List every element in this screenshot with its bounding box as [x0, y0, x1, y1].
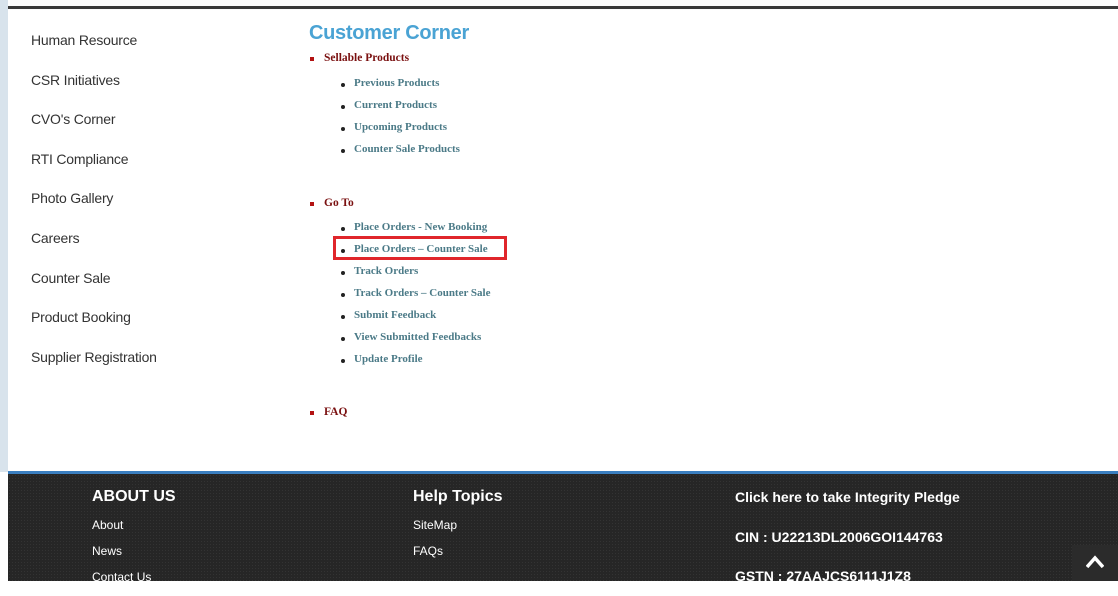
sidebar-item-supplier-registration[interactable]: Supplier Registration — [31, 347, 281, 387]
footer-link-sitemap[interactable]: SiteMap — [413, 518, 503, 544]
top-border — [8, 6, 1118, 9]
dot-bullet-icon — [341, 249, 345, 254]
dot-bullet-icon — [341, 293, 345, 298]
footer-help-heading: Help Topics — [413, 488, 503, 505]
list-item-place-orders-new-booking[interactable]: Place Orders - New Booking — [341, 216, 490, 238]
sidebar: Human Resource CSR Initiatives CVO's Cor… — [31, 30, 281, 386]
dot-bullet-icon — [341, 359, 345, 364]
section-heading-label: FAQ — [324, 406, 348, 418]
section-heading-sellable-products[interactable]: Sellable Products — [310, 52, 409, 64]
sidebar-item-counter-sale[interactable]: Counter Sale — [31, 268, 281, 308]
list-item-update-profile[interactable]: Update Profile — [341, 348, 490, 370]
dot-bullet-icon — [341, 271, 345, 276]
list-item-track-orders-counter-sale[interactable]: Track Orders – Counter Sale — [341, 282, 490, 304]
footer-link-news[interactable]: News — [92, 544, 176, 570]
left-edge-strip — [0, 0, 8, 472]
dot-bullet-icon — [341, 227, 345, 232]
sidebar-item-csr-initiatives[interactable]: CSR Initiatives — [31, 70, 281, 110]
sidebar-item-human-resource[interactable]: Human Resource — [31, 30, 281, 70]
integrity-pledge-link[interactable]: Click here to take Integrity Pledge — [735, 489, 960, 505]
list-item-view-submitted-feedbacks[interactable]: View Submitted Feedbacks — [341, 326, 490, 348]
gstn-text: GSTN : 27AAJCS6111J1Z8 — [735, 568, 911, 584]
list-item-place-orders-counter-sale[interactable]: Place Orders – Counter Sale — [341, 238, 490, 260]
footer: ABOUT US About News Contact Us Help Topi… — [8, 474, 1118, 584]
square-bullet-icon — [310, 411, 314, 416]
chevron-up-icon — [1086, 555, 1104, 569]
footer-info-column: Click here to take Integrity Pledge CIN … — [735, 474, 1065, 584]
sidebar-item-cvos-corner[interactable]: CVO's Corner — [31, 109, 281, 149]
list-item-track-orders[interactable]: Track Orders — [341, 260, 490, 282]
section-heading-faq[interactable]: FAQ — [310, 406, 347, 418]
section-heading-go-to[interactable]: Go To — [310, 197, 354, 209]
list-item-upcoming-products[interactable]: Upcoming Products — [341, 116, 460, 138]
sidebar-item-rti-compliance[interactable]: RTI Compliance — [31, 149, 281, 189]
scroll-to-top-button[interactable] — [1072, 545, 1118, 581]
footer-about-column: ABOUT US About News Contact Us — [92, 488, 176, 596]
footer-link-contact-us[interactable]: Contact Us — [92, 570, 176, 596]
main-content: Customer Corner — [309, 20, 1009, 46]
footer-about-heading: ABOUT US — [92, 488, 176, 505]
list-item-current-products[interactable]: Current Products — [341, 94, 460, 116]
dot-bullet-icon — [341, 149, 345, 154]
go-to-list: Place Orders - New Booking Place Orders … — [341, 216, 490, 370]
page-title: Customer Corner — [309, 22, 469, 44]
square-bullet-icon — [310, 57, 314, 62]
list-item-previous-products[interactable]: Previous Products — [341, 72, 460, 94]
section-heading-label: Go To — [324, 197, 354, 209]
sidebar-item-careers[interactable]: Careers — [31, 228, 281, 268]
dot-bullet-icon — [341, 105, 345, 110]
list-item-submit-feedback[interactable]: Submit Feedback — [341, 304, 490, 326]
sidebar-item-product-booking[interactable]: Product Booking — [31, 307, 281, 347]
sellable-products-list: Previous Products Current Products Upcom… — [341, 72, 460, 160]
square-bullet-icon — [310, 202, 314, 207]
footer-link-about[interactable]: About — [92, 518, 176, 544]
list-item-counter-sale-products[interactable]: Counter Sale Products — [341, 138, 460, 160]
section-heading-label: Sellable Products — [324, 52, 410, 64]
sidebar-item-photo-gallery[interactable]: Photo Gallery — [31, 188, 281, 228]
dot-bullet-icon — [341, 127, 345, 132]
footer-help-column: Help Topics SiteMap FAQs — [413, 488, 503, 570]
cin-text: CIN : U22213DL2006GOI144763 — [735, 529, 943, 545]
dot-bullet-icon — [341, 337, 345, 342]
dot-bullet-icon — [341, 83, 345, 88]
dot-bullet-icon — [341, 315, 345, 320]
footer-link-faqs[interactable]: FAQs — [413, 544, 503, 570]
